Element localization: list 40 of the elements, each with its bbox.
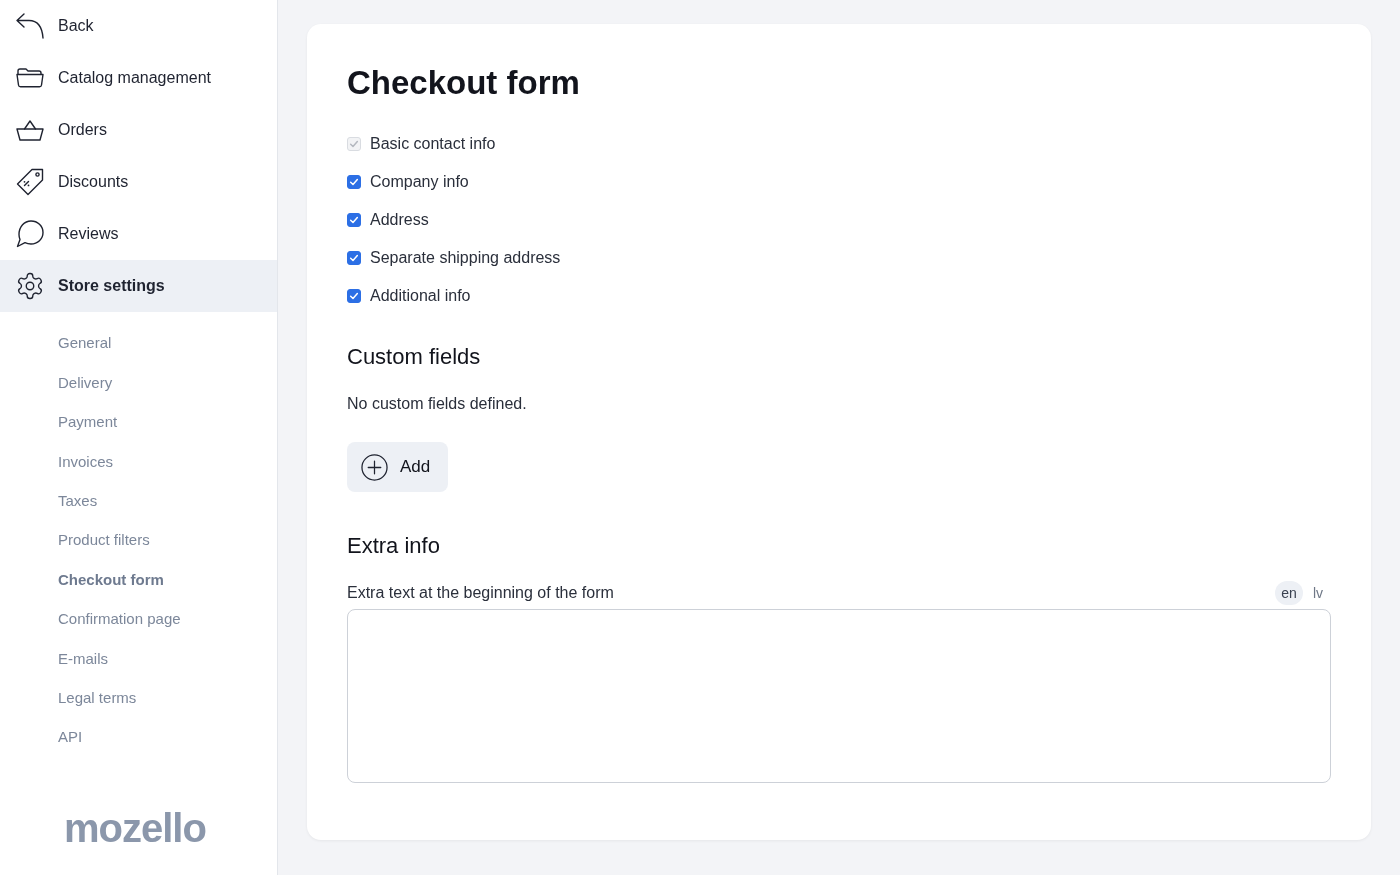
checkbox[interactable]	[347, 213, 361, 227]
section-heading: Custom fields	[347, 343, 481, 371]
empty-message: No custom fields defined.	[347, 394, 527, 414]
checkbox[interactable]	[347, 289, 361, 303]
language-tab[interactable]: en	[1275, 581, 1303, 605]
nav-item[interactable]: Discounts	[0, 156, 277, 208]
percent-tag-icon	[15, 167, 45, 197]
logo: mozello	[64, 806, 206, 850]
nav-item[interactable]: Catalog management	[0, 52, 277, 104]
checkbox-label: Separate shipping address	[370, 248, 561, 268]
checkbox-label: Additional info	[370, 286, 471, 306]
subnav-item[interactable]: Invoices	[0, 442, 277, 482]
subnav-item[interactable]: Checkout form	[0, 560, 277, 600]
checkbox-label: Basic contact info	[370, 134, 496, 154]
subnav-item[interactable]: Taxes	[0, 481, 277, 521]
section-heading: Extra info	[347, 532, 440, 560]
field-label: Extra text at the beginning of the form	[347, 583, 614, 603]
subnav-item[interactable]: Delivery	[0, 363, 277, 403]
subnav-item[interactable]: Legal terms	[0, 678, 277, 718]
subnav-item[interactable]: General	[0, 324, 277, 364]
subnav-item[interactable]: Confirmation page	[0, 599, 277, 640]
checkbox-label: Company info	[370, 172, 469, 192]
page-title: Checkout form	[347, 63, 580, 103]
add-button[interactable]: Add	[347, 442, 448, 492]
checkbox[interactable]	[347, 175, 361, 189]
plus-circle-icon	[361, 453, 388, 481]
gear-icon	[15, 271, 45, 301]
nav-item[interactable]: Orders	[0, 104, 277, 156]
subnav-item[interactable]: Product filters	[0, 520, 277, 561]
back-arrow-icon	[15, 11, 45, 41]
language-tab[interactable]: lv	[1306, 581, 1329, 605]
nav-item[interactable]: Store settings	[0, 260, 277, 312]
checkbox[interactable]	[347, 251, 361, 265]
subnav-item[interactable]: API	[0, 717, 277, 758]
checkbox-label: Address	[370, 210, 429, 230]
speech-bubble-icon	[15, 219, 45, 249]
subnav-item[interactable]: Payment	[0, 402, 277, 443]
subnav-item[interactable]: E-mails	[0, 639, 277, 679]
back-link[interactable]: Back	[0, 0, 277, 52]
nav-item[interactable]: Reviews	[0, 208, 277, 260]
